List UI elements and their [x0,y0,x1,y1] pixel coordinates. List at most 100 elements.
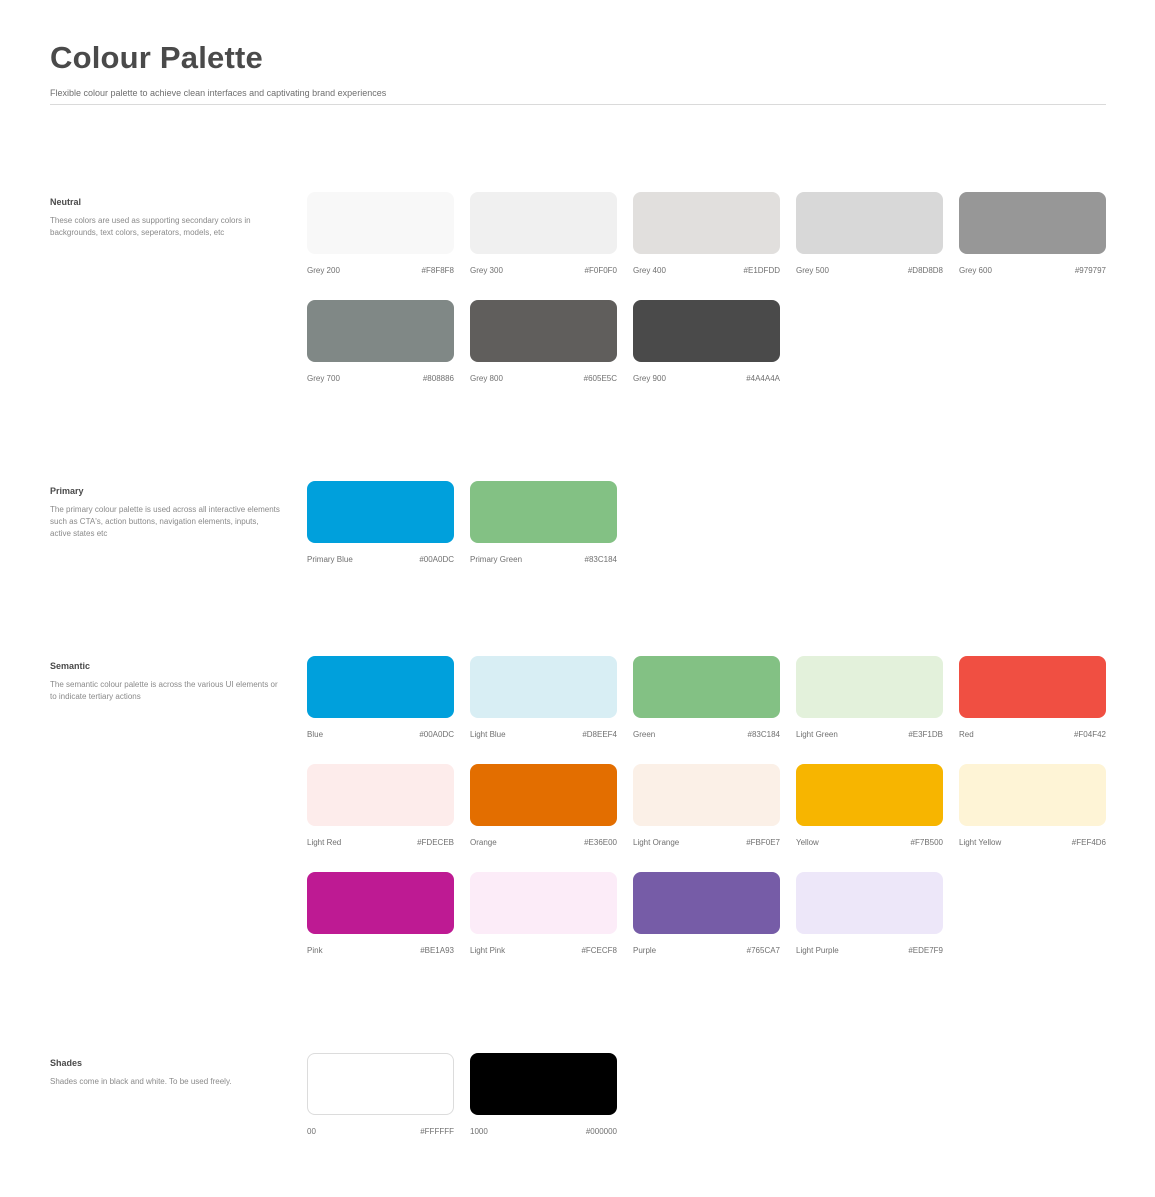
color-swatch: Light Green #E3F1DB [796,656,943,748]
color-swatch: Grey 500 #D8D8D8 [796,192,943,284]
swatch-name: Primary Green [470,555,523,564]
swatch-name: Grey 900 [633,374,666,383]
color-chip [959,656,1106,718]
swatch-hex: #765CA7 [746,946,780,955]
swatch-label-row: Light Pink #FCECF8 [470,946,617,956]
swatch-name: Red [959,730,974,739]
color-chip [470,656,617,718]
swatch-hex: #F04F42 [1073,730,1106,739]
color-swatch: Grey 800 #605E5C [470,300,617,392]
color-swatch: Yellow #F7B500 [796,764,943,856]
swatch-name: Blue [307,730,324,739]
swatch-label-row: 1000 #000000 [470,1127,617,1137]
swatch-hex: #FEF4D6 [1071,838,1106,847]
section-info: Neutral These colors are used as support… [50,196,280,239]
page-header: Colour Palette Flexible colour palette t… [50,38,1106,99]
color-chip [959,192,1106,254]
color-swatch: Red #F04F42 [959,656,1106,748]
swatch-grid: Primary Blue #00A0DC Primary Green #83C184 [307,481,1106,573]
swatch-name: Green [633,730,656,739]
swatch-name: 1000 [470,1127,488,1136]
swatch-label-row: Light Red #FDECEB [307,838,454,848]
swatch-name: Grey 200 [307,266,340,275]
swatch-hex: #4A4A4A [746,374,780,383]
swatch-hex: #83C184 [747,730,780,739]
swatch-label-row: Grey 700 #808886 [307,374,454,384]
section-description: The semantic colour palette is across th… [50,680,278,701]
swatch-name: 00 [307,1127,316,1136]
swatch-grid: Blue #00A0DC Light Blue #D8EEF4 Green #83C184… [307,656,1106,964]
section-info: Semantic The semantic colour palette is … [50,660,280,703]
swatch-label-row: Light Orange #FBF0E7 [633,838,780,848]
swatch-label-row: Grey 900 #4A4A4A [633,374,780,384]
color-chip [796,872,943,934]
swatch-label-row: Blue #00A0DC [307,730,454,740]
section-description: Shades come in black and white. To be us… [50,1077,232,1086]
color-swatch: Light Orange #FBF0E7 [633,764,780,856]
section-title: Semantic [50,661,91,671]
swatch-hex: #D8D8D8 [907,266,943,275]
swatch-label-row: Light Yellow #FEF4D6 [959,838,1106,848]
swatch-hex: #F0F0F0 [584,266,617,275]
swatch-grid: 00 #FFFFFF 1000 #000000 [307,1053,1106,1145]
color-swatch: Light Pink #FCECF8 [470,872,617,964]
swatch-hex: #808886 [422,374,454,383]
swatch-name: Light Green [796,730,838,739]
swatch-label-row: Orange #E36E00 [470,838,617,848]
color-chip [633,656,780,718]
color-chip [307,481,454,543]
swatch-hex: #E36E00 [584,838,617,847]
color-swatch: Blue #00A0DC [307,656,454,748]
swatch-label-row: Light Green #E3F1DB [796,730,943,740]
swatch-name: Light Yellow [959,838,1002,847]
page-title: Colour Palette [50,40,263,75]
swatch-name: Grey 500 [796,266,829,275]
swatch-label-row: Grey 500 #D8D8D8 [796,266,943,276]
swatch-hex: #FDECEB [417,838,454,847]
color-chip [307,872,454,934]
swatch-hex: #00A0DC [419,730,454,739]
color-chip [470,192,617,254]
swatch-label-row: Primary Green #83C184 [470,555,617,565]
color-chip [470,1053,617,1115]
swatch-name: Orange [470,838,497,847]
swatch-label-row: Green #83C184 [633,730,780,740]
color-chip [470,872,617,934]
swatch-name: Light Purple [796,946,839,955]
color-swatch: Light Purple #EDE7F9 [796,872,943,964]
swatch-hex: #FFFFFF [420,1127,454,1136]
swatch-name: Pink [307,946,323,955]
color-swatch: Light Yellow #FEF4D6 [959,764,1106,856]
color-swatch: Grey 300 #F0F0F0 [470,192,617,284]
swatch-label-row: Grey 300 #F0F0F0 [470,266,617,276]
swatch-label-row: 00 #FFFFFF [307,1127,454,1137]
swatch-hex: #D8EEF4 [582,730,617,739]
section-info: Shades Shades come in black and white. T… [50,1057,280,1088]
section-title: Neutral [50,197,82,207]
swatch-name: Grey 300 [470,266,503,275]
swatch-label-row: Light Purple #EDE7F9 [796,946,943,956]
color-swatch: Pink #BE1A93 [307,872,454,964]
color-chip [470,481,617,543]
color-chip [633,872,780,934]
section-title: Shades [50,1058,83,1068]
swatch-label-row: Grey 800 #605E5C [470,374,617,384]
swatch-hex: #605E5C [583,374,617,383]
swatch-hex: #F8F8F8 [421,266,454,275]
swatch-name: Yellow [796,838,819,847]
section-description: These colors are used as supporting seco… [50,216,251,237]
color-chip [470,764,617,826]
swatch-hex: #FCECF8 [581,946,617,955]
swatch-hex: #EDE7F9 [908,946,943,955]
swatch-hex: #83C184 [584,555,617,564]
swatch-name: Light Pink [470,946,506,955]
color-swatch: Grey 900 #4A4A4A [633,300,780,392]
swatch-name: Light Red [307,838,342,847]
swatch-label-row: Light Blue #D8EEF4 [470,730,617,740]
color-swatch: Grey 400 #E1DFDD [633,192,780,284]
swatch-name: Light Orange [633,838,680,847]
color-swatch: Grey 600 #979797 [959,192,1106,284]
swatch-name: Grey 400 [633,266,666,275]
swatch-name: Grey 600 [959,266,992,275]
swatch-name: Purple [633,946,657,955]
